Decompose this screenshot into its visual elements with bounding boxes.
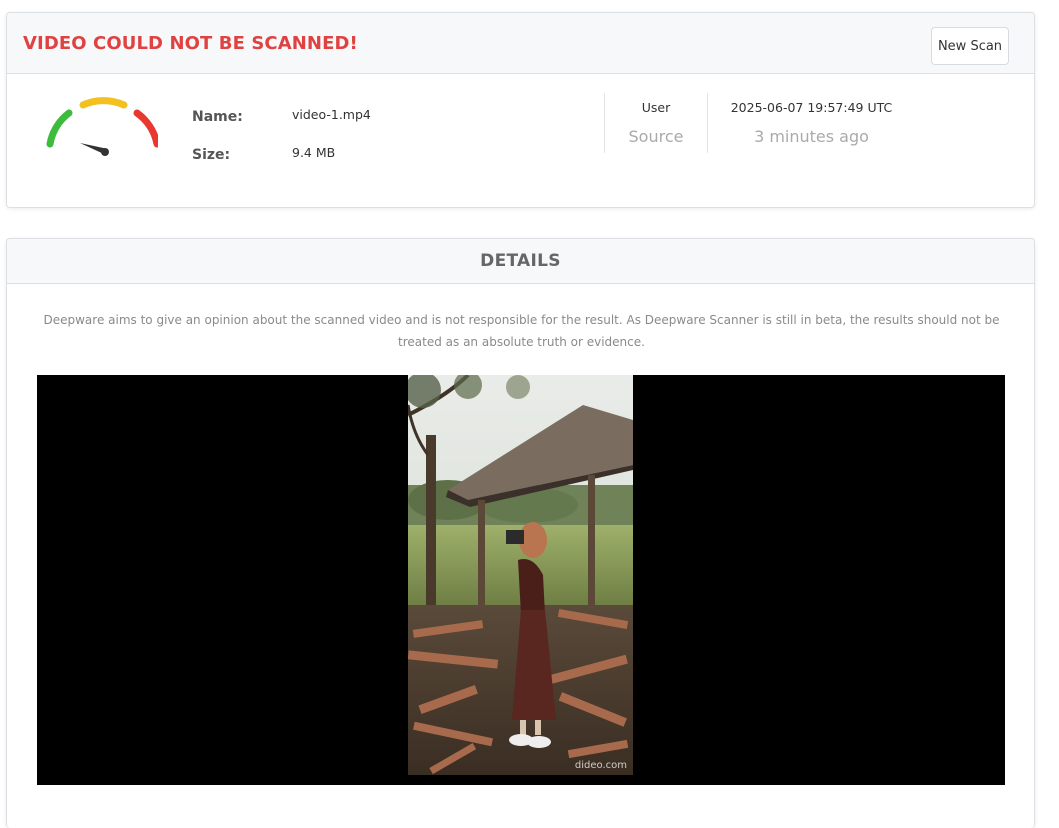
- scan-timestamp: 2025-06-07 19:57:49 UTC: [730, 100, 893, 115]
- gauge-icon: [46, 97, 158, 156]
- disclaimer-text: Deepware aims to give an opinion about t…: [43, 313, 1000, 349]
- details-header: DETAILS: [7, 239, 1034, 284]
- file-size-value: 9.4 MB: [292, 145, 336, 160]
- new-scan-button[interactable]: New Scan: [931, 27, 1009, 65]
- size-label: Size:: [192, 147, 231, 163]
- video-thumbnail: [408, 375, 633, 775]
- user-label: User: [641, 100, 671, 115]
- details-title: DETAILS: [480, 251, 561, 271]
- video-watermark: dideo.com: [574, 760, 627, 771]
- relative-time: 3 minutes ago: [754, 127, 869, 146]
- video-player[interactable]: dideo.com: [37, 375, 1005, 785]
- file-name-value: video-1.mp4: [292, 107, 371, 122]
- source-label: Source: [628, 127, 684, 146]
- scan-result-header: VIDEO COULD NOT BE SCANNED! New Scan: [7, 13, 1034, 74]
- details-card: DETAILS Deepware aims to give an opinion…: [6, 238, 1035, 828]
- name-label: Name:: [192, 109, 243, 125]
- video-frame: dideo.com: [408, 375, 633, 775]
- scan-status-title: VIDEO COULD NOT BE SCANNED!: [23, 33, 358, 54]
